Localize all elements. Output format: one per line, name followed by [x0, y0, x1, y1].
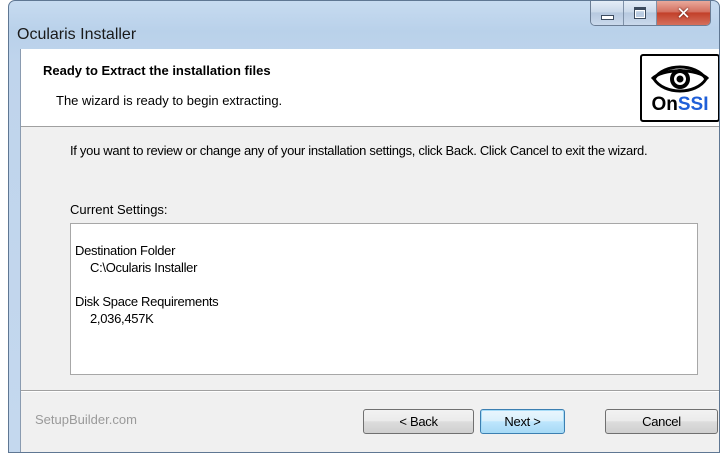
- back-button[interactable]: < Back: [363, 409, 474, 434]
- logo-text-ssi: SSI: [677, 94, 709, 115]
- settings-summary-box[interactable]: Destination Folder C:\Ocularis Installer…: [70, 223, 698, 375]
- logo-text-on: On: [651, 94, 678, 115]
- onssi-logo: OnSSI: [640, 54, 719, 122]
- minimize-icon: [600, 14, 614, 20]
- destination-folder-label: Destination Folder: [75, 243, 176, 258]
- caption-buttons: ✕: [590, 1, 711, 26]
- disk-space-label: Disk Space Requirements: [75, 294, 219, 309]
- wizard-header: Ready to Extract the installation files …: [21, 49, 719, 127]
- wizard-description: If you want to review or change any of y…: [70, 143, 648, 158]
- disk-space-value: 2,036,457K: [90, 311, 154, 326]
- logo-text: OnSSI: [642, 94, 718, 116]
- header-subtitle: The wizard is ready to begin extracting.: [56, 93, 283, 108]
- window-title: Ocularis Installer: [17, 26, 137, 43]
- maximize-button[interactable]: [624, 1, 657, 25]
- footer-separator: [21, 390, 719, 392]
- close-button[interactable]: ✕: [657, 1, 710, 25]
- maximize-icon: [634, 7, 646, 19]
- title-bar[interactable]: Ocularis Installer ✕: [9, 1, 719, 49]
- wizard-client-area: Ready to Extract the installation files …: [20, 49, 719, 452]
- installer-window: Ocularis Installer ✕ Ready to Extract th…: [8, 0, 720, 453]
- current-settings-label: Current Settings:: [70, 202, 168, 217]
- destination-folder-value: C:\Ocularis Installer: [90, 260, 198, 275]
- next-button[interactable]: Next >: [480, 409, 565, 434]
- eye-icon: [650, 65, 710, 93]
- cancel-button[interactable]: Cancel: [605, 409, 718, 434]
- minimize-button[interactable]: [591, 1, 624, 25]
- close-icon: ✕: [676, 3, 691, 23]
- setupbuilder-brand: SetupBuilder.com: [35, 412, 137, 427]
- header-title: Ready to Extract the installation files: [43, 63, 271, 78]
